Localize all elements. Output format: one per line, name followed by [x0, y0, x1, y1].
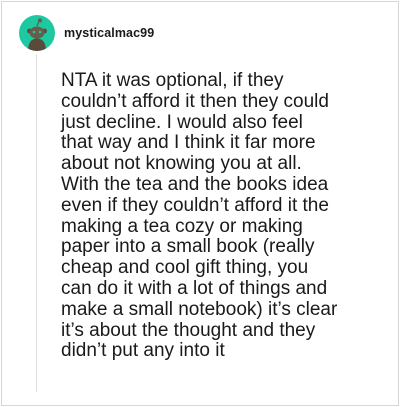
comment-header: mysticalmac99 [19, 15, 154, 51]
reddit-snoo-avatar-icon [27, 18, 47, 51]
avatar-icon[interactable] [19, 15, 55, 51]
username[interactable]: mysticalmac99 [64, 26, 154, 40]
comment-body: NTA it was optional, if they couldn’t af… [61, 70, 338, 362]
thread-line[interactable] [36, 54, 37, 392]
comment-card: mysticalmac99 NTA it was optional, if th… [1, 1, 399, 406]
